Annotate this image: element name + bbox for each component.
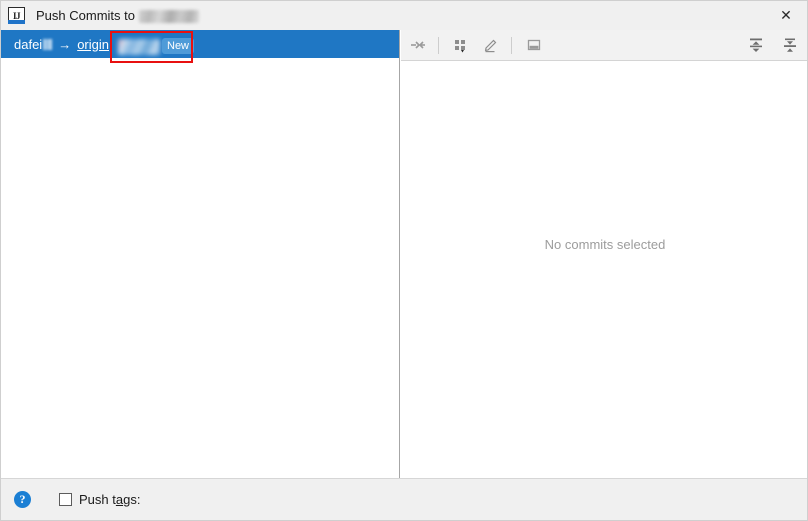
title-bar: IJ Push Commits to ✕ xyxy=(1,1,807,30)
status-badge: New xyxy=(162,38,195,54)
collapse-to-selection-icon[interactable] xyxy=(405,33,431,57)
table-row[interactable]: dafei → origin New xyxy=(1,30,399,63)
dialog-footer: ? Push tags: All Push Cancel xyxy=(1,478,807,520)
collapse-all-icon[interactable] xyxy=(777,33,803,57)
group-by-glyph xyxy=(455,40,465,53)
details-toolbar xyxy=(401,30,807,61)
local-branch-redacted-block xyxy=(43,38,53,50)
expand-all-glyph xyxy=(750,38,762,52)
push-tags-checkbox[interactable] xyxy=(59,493,72,506)
window-title-text: Push Commits to xyxy=(36,7,135,23)
intellij-idea-icon: IJ xyxy=(8,7,25,24)
toolbar-separator-1 xyxy=(438,36,439,54)
empty-state-message: No commits selected xyxy=(544,236,666,252)
toolbar-right-group xyxy=(735,30,803,60)
close-glyph: ✕ xyxy=(780,7,792,23)
close-icon[interactable]: ✕ xyxy=(763,1,807,30)
help-glyph: ? xyxy=(19,492,26,506)
edit-pencil-glyph xyxy=(484,39,497,53)
push-tags-label-mnemonic: a xyxy=(115,492,124,507)
preview-diff-icon[interactable] xyxy=(521,33,547,57)
group-by-icon[interactable] xyxy=(448,33,474,57)
arrow-icon: → xyxy=(58,36,72,52)
remote-name-label[interactable]: origin xyxy=(77,37,109,52)
title-redacted-block xyxy=(138,10,199,24)
page-title: Push Commits to xyxy=(36,7,199,24)
toolbar-separator-2 xyxy=(511,36,512,54)
push-tags-label: Push tags: xyxy=(79,492,140,507)
expand-all-icon[interactable] xyxy=(743,33,769,57)
push-tags-control[interactable]: Push tags: xyxy=(59,492,140,507)
local-branch-label: dafei xyxy=(14,36,43,52)
remote-branch-redacted-block xyxy=(118,39,160,55)
push-tags-label-pre: Push t xyxy=(79,492,116,507)
preview-diff-glyph xyxy=(527,39,541,51)
commit-details-panel: No commits selected xyxy=(401,30,807,478)
push-tags-label-post: gs: xyxy=(123,492,141,507)
help-icon[interactable]: ? xyxy=(14,491,31,508)
collapse-all-glyph xyxy=(784,38,796,52)
dialog-content: dafei → origin New No commits selected xyxy=(1,30,807,478)
collapse-to-selection-glyph xyxy=(411,41,425,49)
edit-icon[interactable] xyxy=(478,33,504,57)
commits-tree-panel[interactable]: dafei → origin New xyxy=(1,30,400,478)
push-commits-dialog: IJ Push Commits to ✕ dafei → origin New xyxy=(0,0,808,521)
